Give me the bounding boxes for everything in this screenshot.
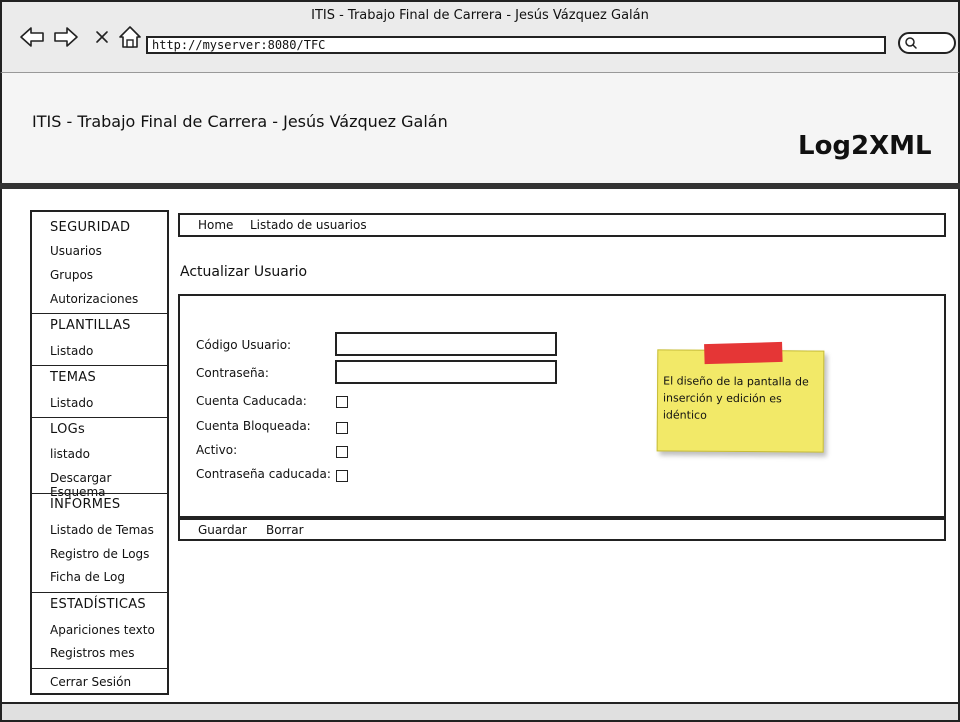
sidebar-item-ficha-de-log[interactable]: Ficha de Log bbox=[50, 570, 125, 584]
sidebar-heading-seguridad: SEGURIDAD bbox=[50, 220, 131, 235]
sidebar-item-logs-listado[interactable]: listado bbox=[50, 447, 90, 461]
account-expired-checkbox[interactable] bbox=[336, 396, 348, 408]
page-title: Actualizar Usuario bbox=[180, 264, 308, 280]
sidebar-item-apariciones-texto[interactable]: Apariciones texto bbox=[50, 623, 155, 637]
password-expired-label: Contraseña caducada: bbox=[196, 467, 331, 481]
sidebar-divider bbox=[32, 417, 167, 418]
user-code-label: Código Usuario: bbox=[196, 338, 292, 352]
sidebar-divider bbox=[32, 313, 167, 314]
sidebar-item-autorizaciones[interactable]: Autorizaciones bbox=[50, 292, 138, 306]
back-arrow-icon[interactable] bbox=[19, 24, 45, 50]
sidebar-divider bbox=[32, 493, 167, 494]
sidebar-item-listado-de-temas[interactable]: Listado de Temas bbox=[50, 523, 154, 537]
sticky-note: El diseño de la pantalla de inserción y … bbox=[656, 341, 825, 453]
sticky-note-text: El diseño de la pantalla de inserción y … bbox=[662, 374, 809, 422]
browser-status-bar bbox=[0, 702, 960, 722]
delete-button[interactable]: Borrar bbox=[266, 523, 304, 537]
brand-logo-text: Log2XML bbox=[798, 131, 932, 161]
user-form: Código Usuario: Contraseña: Cuenta Caduc… bbox=[178, 294, 946, 518]
sidebar-item-cerrar-sesion[interactable]: Cerrar Sesión bbox=[50, 675, 131, 689]
form-action-bar: Guardar Borrar bbox=[178, 518, 946, 541]
active-label: Activo: bbox=[196, 443, 238, 457]
sidebar-divider bbox=[32, 592, 167, 593]
sidebar-item-grupos[interactable]: Grupos bbox=[50, 268, 93, 282]
sidebar-item-plantillas-listado[interactable]: Listado bbox=[50, 344, 93, 358]
password-input[interactable] bbox=[335, 360, 557, 384]
sticky-note-tape bbox=[704, 341, 783, 365]
header-title: ITIS - Trabajo Final de Carrera - Jesús … bbox=[32, 112, 448, 131]
close-icon[interactable] bbox=[92, 24, 112, 50]
account-expired-label: Cuenta Caducada: bbox=[196, 394, 307, 408]
sidebar-heading-logs: LOGs bbox=[50, 422, 86, 437]
forward-arrow-icon[interactable] bbox=[53, 24, 79, 50]
home-icon[interactable] bbox=[117, 24, 143, 50]
password-expired-checkbox[interactable] bbox=[336, 470, 348, 482]
sidebar-heading-temas: TEMAS bbox=[50, 370, 97, 385]
breadcrumb-home-link[interactable]: Home bbox=[198, 218, 233, 232]
sidebar-item-descargar-esquema[interactable]: Descargar Esquema bbox=[50, 471, 167, 499]
sidebar-divider bbox=[32, 668, 167, 669]
account-locked-checkbox[interactable] bbox=[336, 422, 348, 434]
sidebar-item-usuarios[interactable]: Usuarios bbox=[50, 244, 102, 258]
breadcrumb: Home Listado de usuarios bbox=[178, 213, 946, 237]
window-title: ITIS - Trabajo Final de Carrera - Jesús … bbox=[311, 8, 649, 23]
breadcrumb-user-list-link[interactable]: Listado de usuarios bbox=[250, 218, 367, 232]
sidebar-item-registros-mes[interactable]: Registros mes bbox=[50, 646, 135, 660]
password-label: Contraseña: bbox=[196, 366, 269, 380]
active-checkbox[interactable] bbox=[336, 446, 348, 458]
sidebar-item-registro-de-logs[interactable]: Registro de Logs bbox=[50, 547, 149, 561]
browser-search-box[interactable] bbox=[898, 32, 956, 54]
sidebar-heading-estadisticas: ESTADÍSTICAS bbox=[50, 597, 146, 612]
url-field[interactable]: http://myserver:8080/TFC bbox=[146, 36, 886, 54]
sidebar-divider bbox=[32, 365, 167, 366]
search-icon bbox=[905, 37, 917, 49]
sidebar-heading-plantillas: PLANTILLAS bbox=[50, 318, 131, 333]
account-locked-label: Cuenta Bloqueada: bbox=[196, 419, 311, 433]
save-button[interactable]: Guardar bbox=[198, 523, 247, 537]
user-code-input[interactable] bbox=[335, 332, 557, 356]
sidebar-item-temas-listado[interactable]: Listado bbox=[50, 396, 93, 410]
sidebar-heading-informes: INFORMES bbox=[50, 497, 121, 512]
sidebar-menu: SEGURIDAD Usuarios Grupos Autorizaciones… bbox=[30, 210, 169, 695]
